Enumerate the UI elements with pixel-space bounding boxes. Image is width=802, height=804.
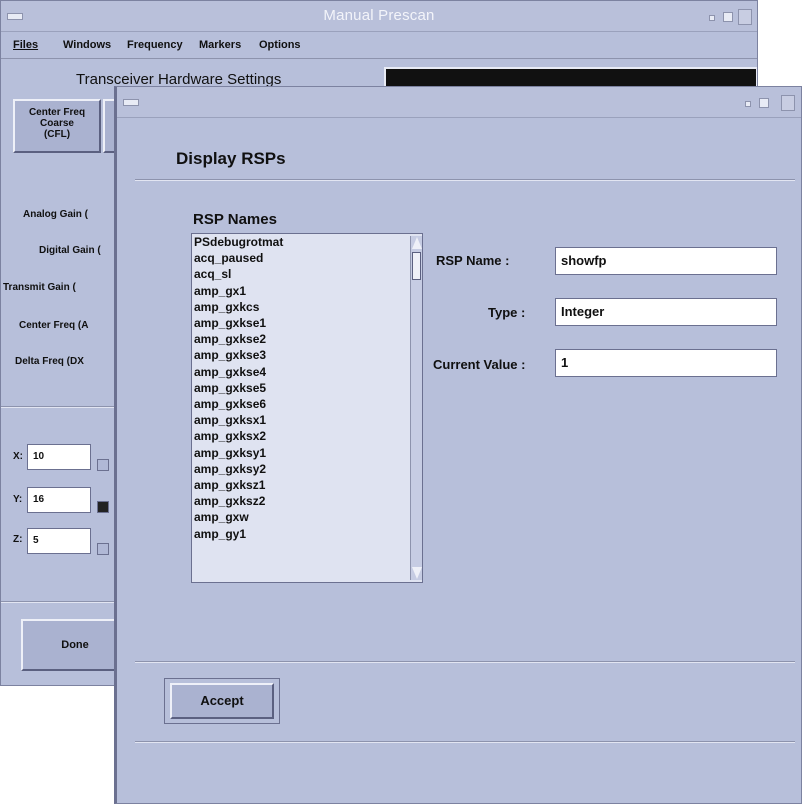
title-bar[interactable]: Manual Prescan [1, 1, 757, 32]
analog-gain-label: Analog Gain ( [23, 209, 88, 220]
list-item[interactable]: amp_gxkse1 [192, 315, 422, 331]
list-item[interactable]: amp_gxksz1 [192, 477, 422, 493]
digital-gain-label: Digital Gain ( [39, 245, 101, 256]
x-checkbox[interactable] [97, 459, 109, 471]
list-item[interactable]: acq_paused [192, 250, 422, 266]
list-item[interactable]: amp_gx1 [192, 283, 422, 299]
list-item[interactable]: amp_gxkse3 [192, 347, 422, 363]
x-label: X: [13, 451, 23, 462]
menu-options[interactable]: Options [259, 39, 301, 51]
y-label: Y: [13, 494, 23, 505]
menu-windows[interactable]: Windows [63, 39, 111, 51]
minimize-icon[interactable] [709, 15, 715, 21]
done-button[interactable]: Done [21, 619, 129, 671]
list-item[interactable]: acq_sl [192, 266, 422, 282]
separator [1, 601, 119, 603]
close-icon[interactable] [781, 95, 795, 111]
delta-freq-label: Delta Freq (DX [15, 356, 84, 367]
list-item[interactable]: amp_gxksz2 [192, 493, 422, 509]
accept-button[interactable]: Accept [170, 683, 274, 719]
menu-bar: Files Windows Frequency Markers Options [1, 32, 757, 59]
maximize-icon[interactable] [759, 98, 769, 108]
list-item[interactable]: PSdebugrotmat [192, 234, 422, 250]
list-scrollbar[interactable] [410, 236, 422, 580]
menu-markers[interactable]: Markers [199, 39, 241, 51]
current-value-label: Current Value : [433, 357, 526, 372]
x-field[interactable]: 10 [27, 444, 91, 470]
menu-files[interactable]: Files [13, 39, 38, 51]
current-value-field[interactable]: 1 [555, 349, 777, 377]
type-label: Type : [488, 305, 526, 320]
rsp-name-field[interactable]: showfp [555, 247, 777, 275]
list-item[interactable]: amp_gxkse6 [192, 396, 422, 412]
z-label: Z: [13, 534, 23, 545]
z-checkbox[interactable] [97, 543, 109, 555]
title-bar[interactable] [117, 87, 801, 118]
center-freq-label: Center Freq (A [19, 320, 89, 331]
list-items: PSdebugrotmat acq_paused acq_sl amp_gx1 amp_… [192, 234, 422, 542]
list-title: RSP Names [193, 211, 277, 228]
separator [1, 406, 119, 408]
type-field[interactable]: Integer [555, 298, 777, 326]
list-item[interactable]: amp_gy1 [192, 526, 422, 542]
close-icon[interactable] [738, 9, 752, 25]
window-title: Manual Prescan [323, 7, 435, 24]
transmit-gain-label: Transmit Gain ( [3, 282, 76, 293]
center-freq-coarse-button[interactable]: Center Freq Coarse (CFL) [13, 99, 101, 153]
window-menu-icon[interactable] [123, 99, 139, 106]
list-item[interactable]: amp_gxkcs [192, 299, 422, 315]
list-item[interactable]: amp_gxksx1 [192, 412, 422, 428]
list-item[interactable]: amp_gxkse5 [192, 380, 422, 396]
scroll-thumb[interactable] [412, 252, 421, 280]
list-item[interactable]: amp_gxksy1 [192, 445, 422, 461]
scroll-down-icon[interactable] [412, 567, 422, 579]
display-rsps-dialog: Display RSPs RSP Names PSdebugrotmat acq_… [114, 86, 802, 804]
rsp-name-label: RSP Name : [436, 253, 510, 268]
list-item[interactable]: amp_gxksy2 [192, 461, 422, 477]
y-field[interactable]: 16 [27, 487, 91, 513]
separator [135, 741, 795, 743]
dialog-heading: Display RSPs [176, 149, 286, 168]
list-item[interactable]: amp_gxw [192, 509, 422, 525]
separator [135, 179, 795, 181]
maximize-icon[interactable] [723, 12, 733, 22]
separator [135, 661, 795, 663]
list-item[interactable]: amp_gxkse2 [192, 331, 422, 347]
y-checkbox[interactable] [97, 501, 109, 513]
z-field[interactable]: 5 [27, 528, 91, 554]
menu-frequency[interactable]: Frequency [127, 39, 183, 51]
list-item[interactable]: amp_gxksx2 [192, 428, 422, 444]
scroll-up-icon[interactable] [412, 237, 422, 249]
minimize-icon[interactable] [745, 101, 751, 107]
list-item[interactable]: amp_gxkse4 [192, 364, 422, 380]
rsp-names-list[interactable]: PSdebugrotmat acq_paused acq_sl amp_gx1 amp_… [191, 233, 423, 583]
